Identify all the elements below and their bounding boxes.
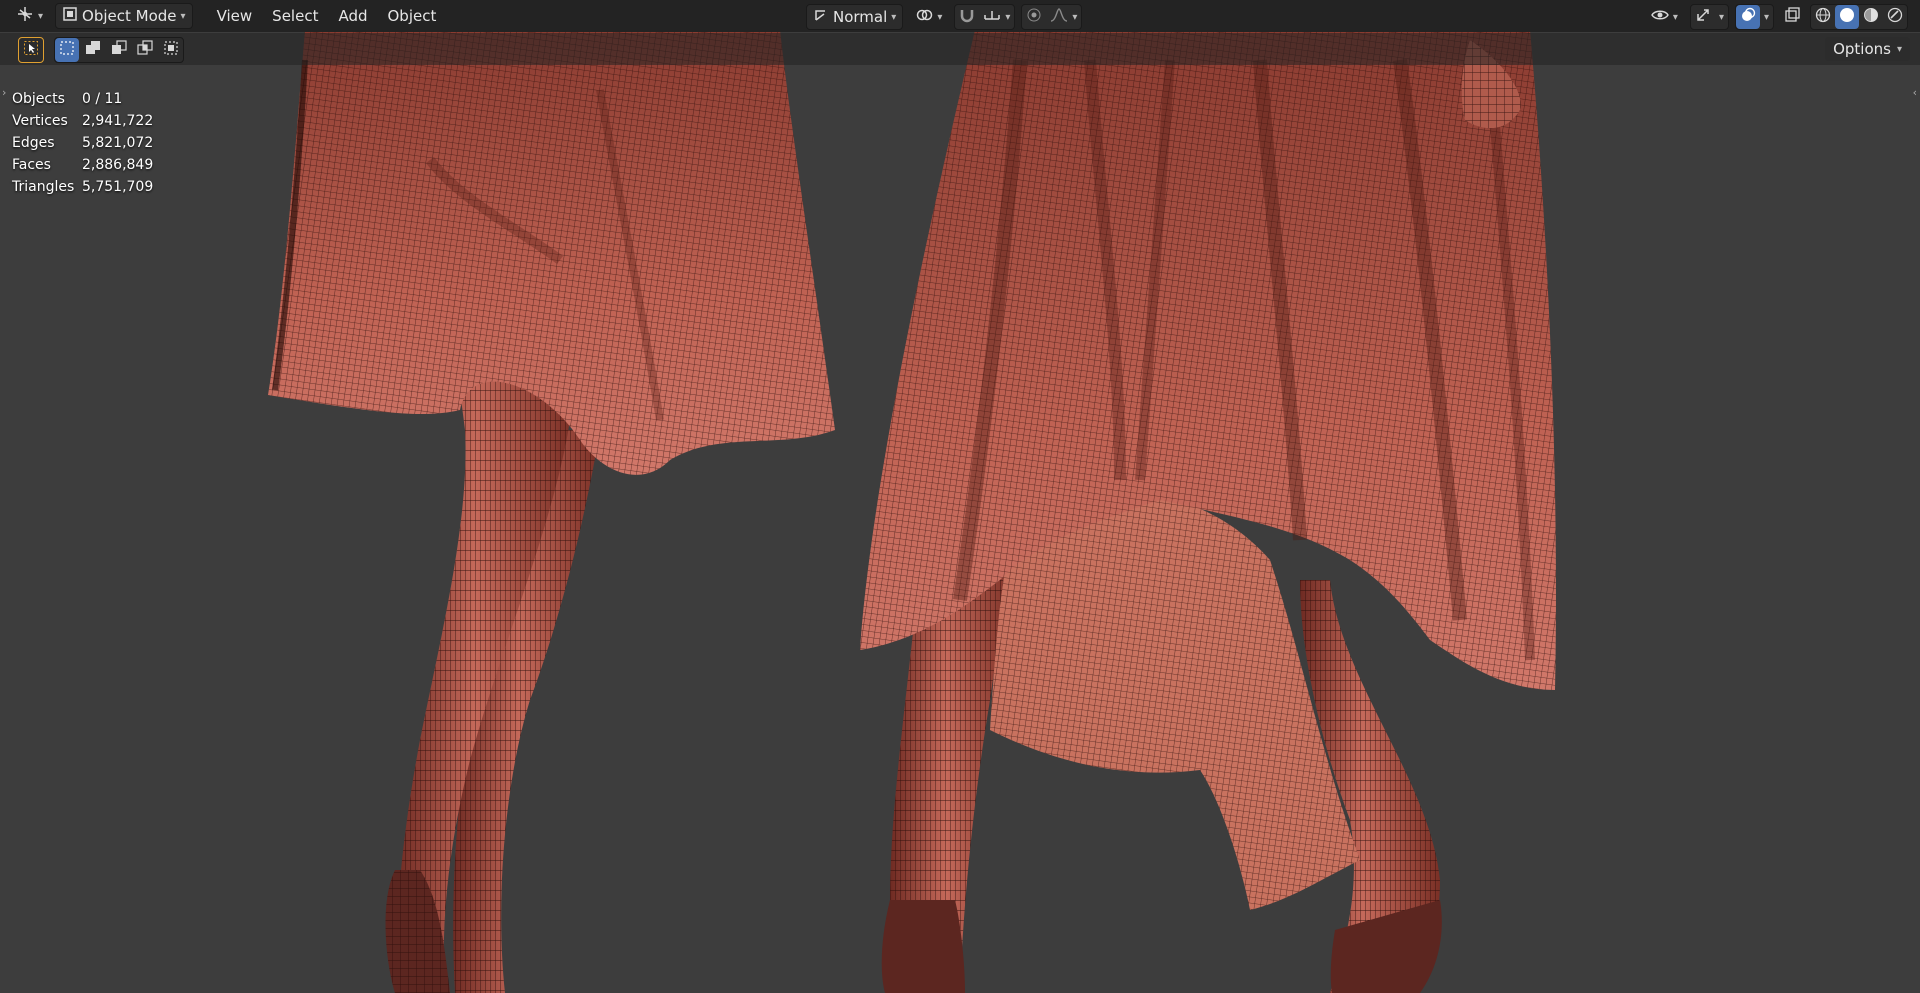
chevron-down-icon: ▾ [180, 10, 186, 22]
stat-value: 0 / 11 [82, 91, 123, 107]
xray-toggle[interactable] [1780, 5, 1804, 29]
select-mode-new[interactable] [55, 38, 79, 62]
proportional-edit-icon [1026, 7, 1042, 27]
stat-label: Edges [12, 135, 55, 151]
chevron-down-icon: ▾ [937, 11, 943, 23]
chevron-down-icon: ▾ [891, 11, 897, 23]
chevron-down-icon: ▾ [38, 10, 44, 22]
right-figure [860, 30, 1556, 993]
xray-toggle-icon [1784, 7, 1800, 27]
mode-select[interactable]: Object Mode ▾ [55, 3, 193, 29]
chevron-down-icon: ▾ [1072, 11, 1078, 23]
tool-settings-bar: Options ▾ [0, 33, 1920, 65]
stat-row-triangles: Triangles 5,751,709 [12, 176, 153, 198]
editor-type-menu[interactable]: ▾ [10, 4, 49, 28]
proportional-editing-group: ▾ [1021, 4, 1083, 30]
snap-toggle[interactable] [955, 5, 979, 29]
left-figure [268, 30, 835, 993]
shading-mode-group [1810, 4, 1908, 30]
view3d-editor-icon [16, 6, 34, 26]
viewport-header: ▾ Object Mode ▾ View Select Add Object N… [0, 0, 1920, 32]
mesh-render[interactable] [0, 0, 1920, 993]
stat-label: Faces [12, 157, 51, 173]
gizmo-options[interactable]: ▾ [1715, 5, 1728, 29]
stat-label: Triangles [12, 179, 75, 195]
stat-value: 2,941,722 [82, 113, 154, 129]
chevron-down-icon: ▾ [1896, 43, 1902, 55]
wireframe-shading-icon [1815, 7, 1831, 27]
snap-magnet-icon [959, 7, 975, 27]
chevron-down-icon: ▾ [1763, 11, 1769, 23]
sidebar-expand-icon[interactable]: ‹ [1913, 86, 1917, 99]
gizmo-toggle[interactable] [1691, 5, 1715, 29]
chevron-down-icon: ▾ [1672, 11, 1678, 23]
object-visibility-select[interactable]: ▾ [1645, 5, 1684, 29]
overlays-group: ▾ [1734, 4, 1774, 30]
object-mode-icon [62, 6, 78, 26]
shading-wireframe[interactable] [1811, 5, 1835, 29]
overlays-icon [1740, 7, 1756, 27]
3d-viewport[interactable]: ▾ Object Mode ▾ View Select Add Object N… [0, 0, 1920, 993]
shading-solid[interactable] [1835, 5, 1859, 29]
orientation-label: Normal [833, 8, 888, 26]
shading-rendered[interactable] [1883, 5, 1907, 29]
stat-value: 2,886,849 [82, 157, 154, 173]
solid-shading-icon [1839, 7, 1855, 27]
select-mode-extend[interactable] [81, 38, 105, 62]
select-intersect-icon [137, 40, 153, 60]
stat-label: Vertices [12, 113, 68, 129]
shading-material-preview[interactable] [1859, 5, 1883, 29]
gizmo-arrows-icon [1695, 7, 1711, 27]
stat-value: 5,751,709 [82, 179, 154, 195]
options-dropdown[interactable]: Options ▾ [1825, 37, 1910, 61]
pivot-point-select[interactable]: ▾ [909, 5, 948, 29]
select-mode-intersect[interactable] [159, 38, 183, 62]
mode-label: Object Mode [82, 7, 177, 25]
stat-row-vertices: Vertices 2,941,722 [12, 110, 153, 132]
object-visibility-eye-icon [1651, 7, 1669, 27]
active-tool-button[interactable] [18, 37, 44, 63]
stat-label: Objects [12, 91, 65, 107]
select-subtract-icon [111, 40, 127, 60]
rendered-shading-icon [1887, 7, 1903, 27]
overlays-toggle[interactable] [1735, 5, 1760, 29]
select-mode-invert[interactable] [133, 38, 157, 62]
material-preview-icon [1863, 7, 1879, 27]
menu-select[interactable]: Select [262, 4, 328, 28]
stat-row-edges: Edges 5,821,072 [12, 132, 153, 154]
options-label: Options [1833, 40, 1891, 58]
select-box-tool-icon [23, 40, 39, 60]
toolbar-expand-icon[interactable]: › [2, 86, 6, 99]
select-mode-subtract[interactable] [107, 38, 131, 62]
statistics-overlay: Objects 0 / 11 Vertices 2,941,722 Edges … [12, 88, 153, 198]
stat-row-faces: Faces 2,886,849 [12, 154, 153, 176]
pivot-point-icon [915, 7, 933, 27]
chevron-down-icon: ▾ [1718, 11, 1724, 23]
snapping-group: ▾ [954, 4, 1016, 30]
menu-add[interactable]: Add [328, 4, 377, 28]
proportional-edit-toggle[interactable] [1022, 5, 1046, 29]
stat-value: 5,821,072 [82, 135, 154, 151]
snap-increment-icon [983, 7, 1001, 27]
menu-object[interactable]: Object [378, 4, 447, 28]
transform-orientation-icon [813, 7, 829, 27]
falloff-curve-icon [1050, 7, 1068, 27]
chevron-down-icon: ▾ [1005, 11, 1011, 23]
overlays-options[interactable]: ▾ [1760, 5, 1773, 29]
transform-orientation-select[interactable]: Normal ▾ [806, 4, 904, 30]
select-intersect-icon [163, 40, 179, 60]
falloff-select[interactable]: ▾ [1046, 5, 1081, 29]
selection-mode-group [54, 37, 184, 63]
menu-view[interactable]: View [207, 4, 263, 28]
select-extend-icon [85, 40, 101, 60]
snap-target-select[interactable]: ▾ [979, 5, 1014, 29]
gizmo-group: ▾ [1689, 4, 1729, 30]
select-new-icon [59, 40, 75, 60]
stat-row-objects: Objects 0 / 11 [12, 88, 153, 110]
